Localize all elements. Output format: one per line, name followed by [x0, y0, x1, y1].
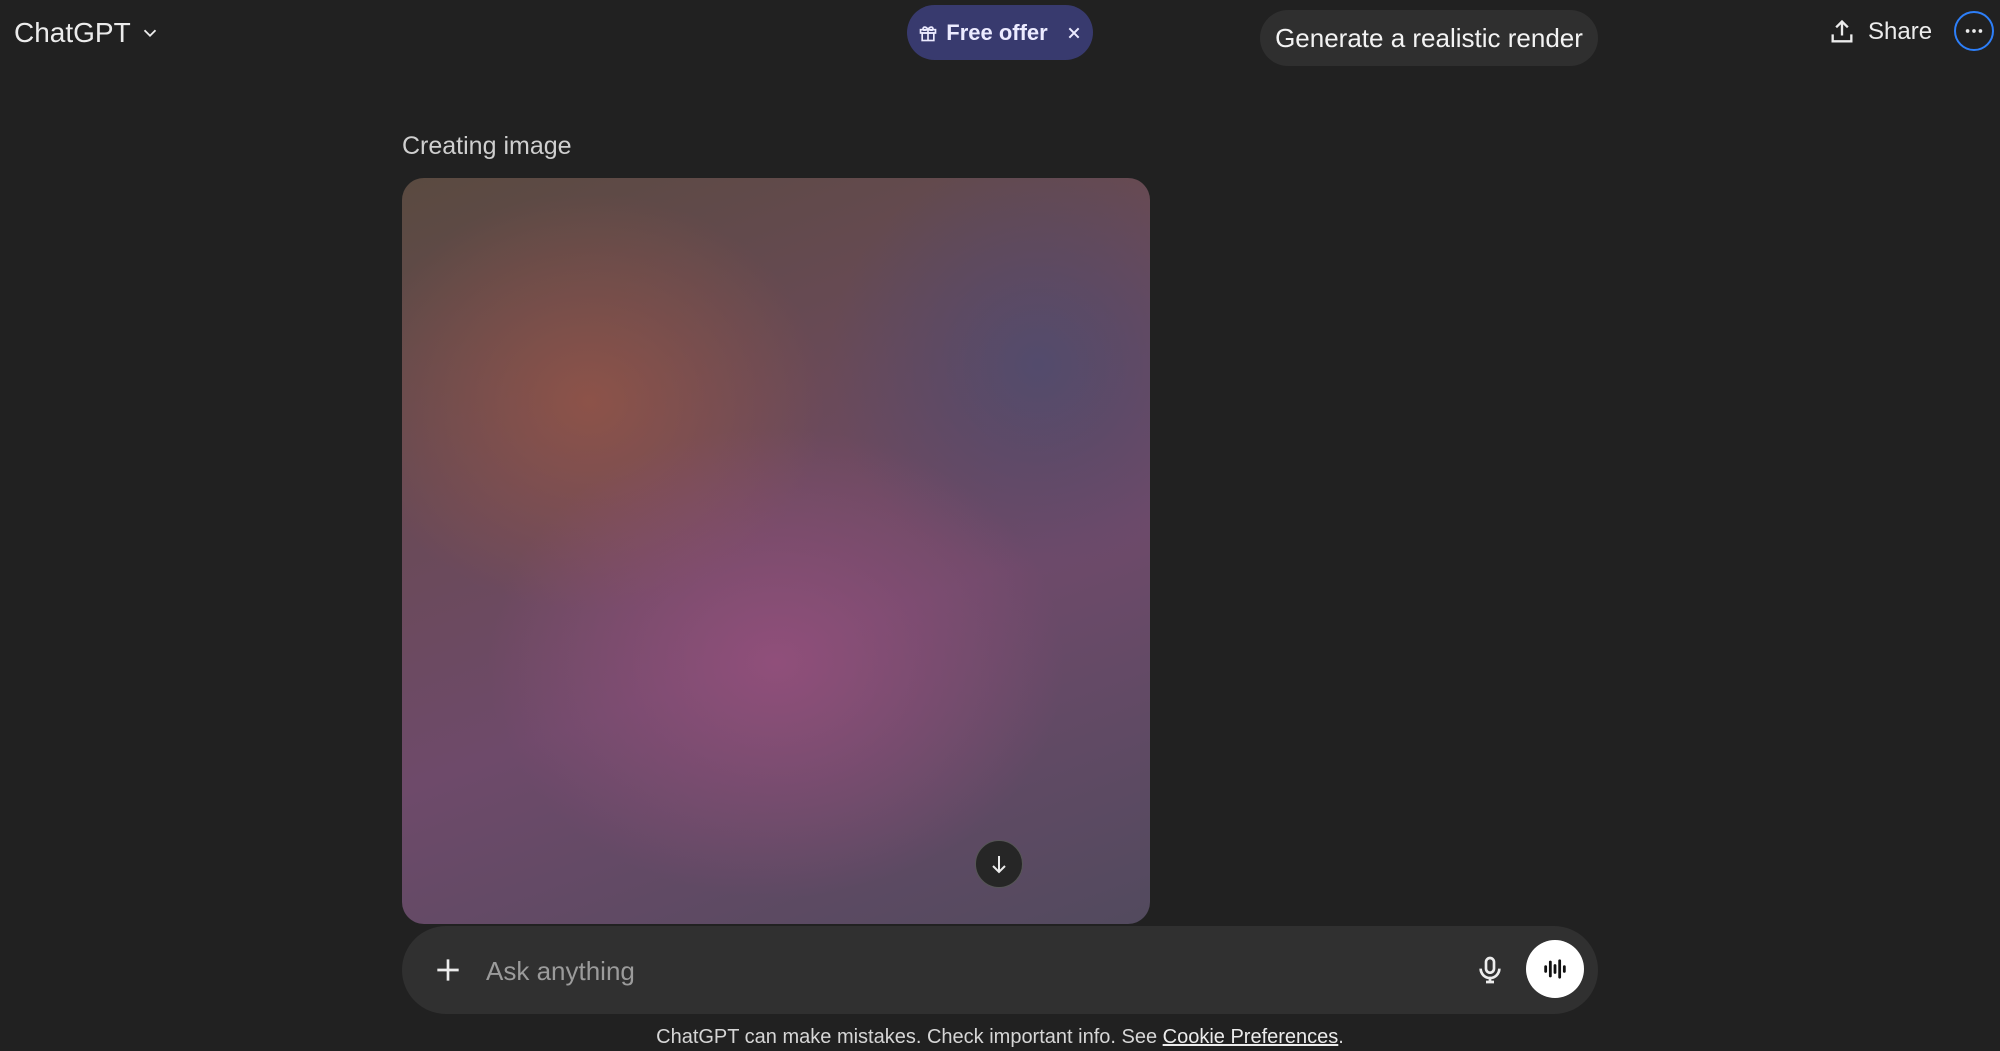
upload-icon [1831, 19, 1853, 43]
arrow-down-icon [992, 856, 1006, 874]
disclaimer: ChatGPT can make mistakes. Check importa… [0, 1026, 2000, 1049]
disclaimer-text: ChatGPT can make mistakes. Check importa… [656, 1026, 1163, 1048]
suggestion-generate-realistic-render[interactable]: Generate a realistic render [1260, 10, 1598, 66]
share-label: Share [1868, 18, 1933, 45]
more-horizontal-icon [1965, 29, 1983, 33]
share-button[interactable]: Share [1828, 12, 1932, 52]
cookie-preferences-link[interactable]: Cookie Preferences [1163, 1026, 1339, 1048]
free-offer-label: Free offer [946, 19, 1048, 45]
image-generation-status: Creating image [402, 132, 572, 160]
image-generation-placeholder [402, 178, 1150, 924]
voice-waveform-icon [1544, 959, 1566, 979]
more-options-button[interactable] [1954, 11, 1994, 51]
mic-icon[interactable] [1474, 954, 1506, 986]
close-icon[interactable] [1066, 25, 1082, 41]
message-composer [402, 926, 1598, 1014]
voice-mode-button[interactable] [1526, 940, 1584, 998]
plus-icon[interactable] [432, 954, 464, 986]
scroll-to-bottom-button[interactable] [975, 840, 1023, 888]
model-switcher[interactable]: ChatGPT [14, 13, 161, 53]
free-offer-pill[interactable]: Free offer [907, 5, 1093, 60]
gift-icon [919, 25, 937, 41]
chevron-down-icon [143, 29, 156, 38]
message-input[interactable] [484, 946, 1428, 996]
model-name: ChatGPT [14, 17, 131, 48]
disclaimer-suffix: . [1338, 1026, 1344, 1048]
